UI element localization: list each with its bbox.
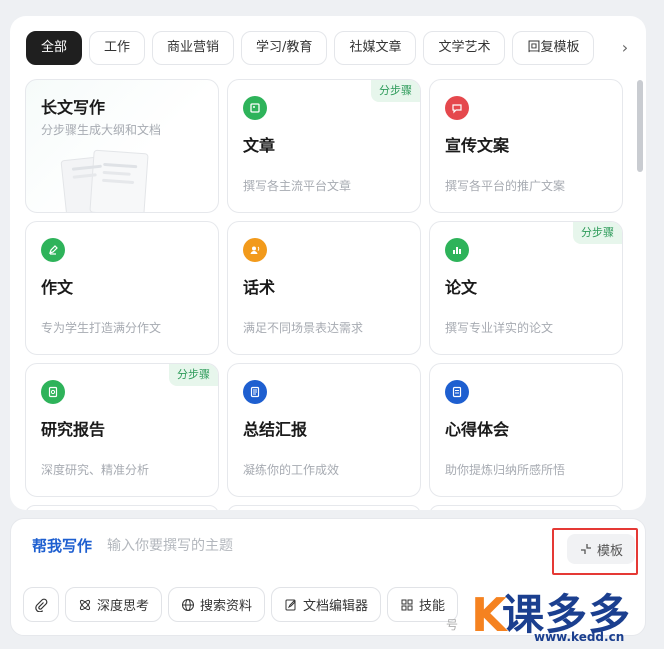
writing-template-panel: 全部 工作 商业营销 学习/教育 社媒文章 文学艺术 回复模板 › 长文写作 分步骤生成大纲… [10, 16, 646, 510]
card-partial [25, 505, 219, 510]
card-desc: 深度研究、精准分析 [41, 463, 150, 477]
card-title: 文章 [243, 136, 276, 155]
image-icon [243, 96, 267, 120]
card-title: 作文 [41, 278, 74, 297]
template-label: 模板 [596, 543, 623, 559]
step-badge: 分步骤 [371, 80, 420, 102]
tab-literature-art[interactable]: 文学艺术 [423, 31, 506, 65]
card-desc: 专为学生打造满分作文 [41, 321, 162, 335]
topic-input[interactable] [107, 533, 527, 559]
search-label: 搜索资料 [200, 599, 253, 614]
note-icon [445, 380, 469, 404]
paperclip-icon [35, 598, 48, 612]
tab-reply-template[interactable]: 回复模板 [512, 31, 595, 65]
card-desc: 分步骤生成大纲和文档 [41, 123, 162, 137]
help-me-write-label: 帮我写作 [32, 537, 93, 555]
step-badge: 分步骤 [169, 364, 218, 386]
scrollbar-thumb[interactable] [637, 80, 643, 172]
card-long-writing[interactable]: 长文写作 分步骤生成大纲和文档 [25, 79, 219, 213]
tab-work[interactable]: 工作 [89, 31, 146, 65]
doc-editor-label: 文档编辑器 [303, 599, 369, 614]
card-work-summary[interactable]: 总结汇报 凝练你的工作成效 [227, 363, 421, 497]
card-title: 论文 [445, 278, 478, 297]
atom-icon [79, 599, 91, 610]
tool-bar: 深度思考 搜索资料 文档编辑器 技能 [23, 587, 464, 622]
card-desc: 撰写专业详实的论文 [445, 321, 554, 335]
card-reflections[interactable]: 心得体会 助你提炼归纳所感所悟 [429, 363, 623, 497]
message-icon [445, 96, 469, 120]
card-partial [429, 505, 623, 510]
logo-url: www.kedd.cn [534, 630, 625, 644]
card-title: 话术 [243, 278, 276, 297]
card-desc: 满足不同场景表达需求 [243, 321, 364, 335]
tab-business-marketing[interactable]: 商业营销 [152, 31, 235, 65]
card-research-report[interactable]: 分步骤 研究报告 深度研究、精准分析 [25, 363, 219, 497]
tab-study-education[interactable]: 学习/教育 [241, 31, 328, 65]
report-icon [41, 380, 65, 404]
doc-editor-button[interactable]: 文档编辑器 [271, 587, 382, 622]
pen-icon [41, 238, 65, 262]
search-button[interactable]: 搜索资料 [168, 587, 266, 622]
card-desc: 助你提炼归纳所感所悟 [445, 463, 566, 477]
card-speech[interactable]: 话术 满足不同场景表达需求 [227, 221, 421, 355]
category-tabs: 全部 工作 商业营销 学习/教育 社媒文章 文学艺术 回复模板 › [26, 31, 636, 67]
step-badge: 分步骤 [573, 222, 622, 244]
skills-label: 技能 [419, 599, 446, 614]
deep-think-button[interactable]: 深度思考 [65, 587, 163, 622]
card-title: 心得体会 [445, 420, 510, 439]
card-essay[interactable]: 作文 专为学生打造满分作文 [25, 221, 219, 355]
document-illustration-icon [60, 149, 149, 212]
card-partial [227, 505, 421, 510]
wechat-watermark-text: 号 [446, 618, 459, 632]
tab-all[interactable]: 全部 [26, 31, 83, 65]
card-title: 宣传文案 [445, 136, 510, 155]
speaker-icon [243, 238, 267, 262]
deep-think-label: 深度思考 [97, 599, 150, 614]
tab-social-media[interactable]: 社媒文章 [334, 31, 417, 65]
attach-button[interactable] [23, 587, 59, 622]
notebook-icon [243, 380, 267, 404]
edit-doc-icon [285, 599, 296, 610]
watermark: 号 K 课多多 www.kedd.cn [444, 586, 664, 649]
grid-icon [401, 599, 413, 610]
card-title: 总结汇报 [243, 420, 308, 439]
globe-icon [182, 598, 195, 611]
card-desc: 撰写各平台的推广文案 [445, 179, 566, 193]
card-promo-copy[interactable]: 宣传文案 撰写各平台的推广文案 [429, 79, 623, 213]
card-article[interactable]: 分步骤 文章 撰写各主流平台文章 [227, 79, 421, 213]
card-thesis[interactable]: 分步骤 论文 撰写专业详实的论文 [429, 221, 623, 355]
chart-icon [445, 238, 469, 262]
card-title: 研究报告 [41, 420, 106, 439]
chevron-right-icon[interactable]: › [614, 37, 636, 59]
card-desc: 凝练你的工作成效 [243, 463, 340, 477]
card-desc: 撰写各主流平台文章 [243, 179, 352, 193]
template-button[interactable]: 模板 [567, 534, 635, 564]
card-title: 长文写作 [41, 98, 106, 117]
collapse-icon [580, 544, 591, 554]
